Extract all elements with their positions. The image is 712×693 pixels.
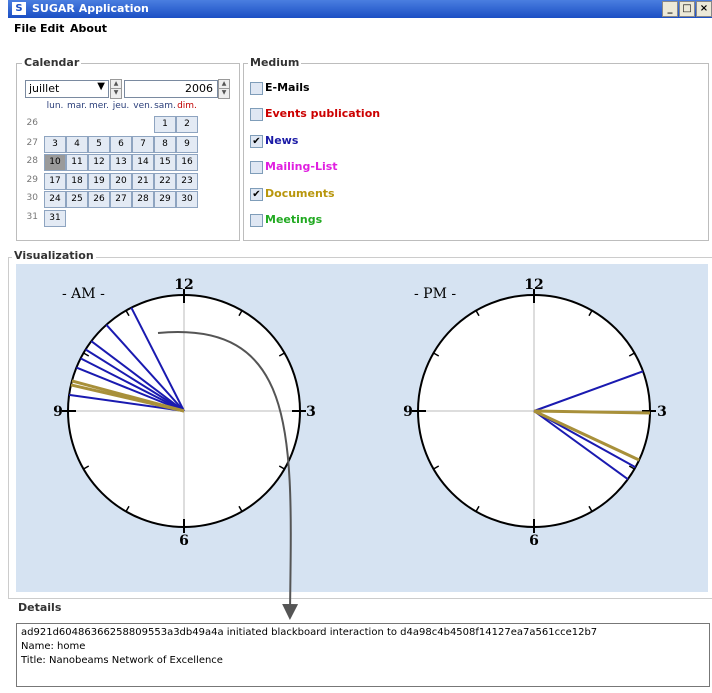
pm-clock: - PM - 12 3 6 9 — [403, 277, 667, 549]
details-line: ad921d60486366258809553a3db49a4a initiat… — [21, 627, 598, 638]
am-hour-3: 3 — [306, 404, 316, 420]
details-line: Title: Nanobeams Network of Excellence — [21, 655, 223, 666]
details-box: ad921d60486366258809553a3db49a4a initiat… — [16, 623, 710, 687]
am-label: - AM - — [62, 286, 105, 302]
pm-hour-12: 12 — [524, 277, 543, 293]
details-line: Name: home — [21, 641, 86, 652]
am-hour-6: 6 — [179, 533, 189, 549]
details-legend: Details — [16, 601, 64, 614]
am-clock: - AM - 12 3 6 9 — [53, 277, 316, 549]
am-hour-12: 12 — [174, 277, 193, 293]
pm-hour-3: 3 — [657, 404, 667, 420]
clock-visualization: - AM - 12 3 6 9 - PM - 12 3 6 9 — [53, 277, 667, 620]
pm-hour-9: 9 — [403, 404, 413, 420]
pm-hour-6: 6 — [529, 533, 539, 549]
am-hour-9: 9 — [53, 404, 63, 420]
interaction-ray — [533, 409, 651, 415]
pm-label: - PM - — [414, 286, 456, 302]
